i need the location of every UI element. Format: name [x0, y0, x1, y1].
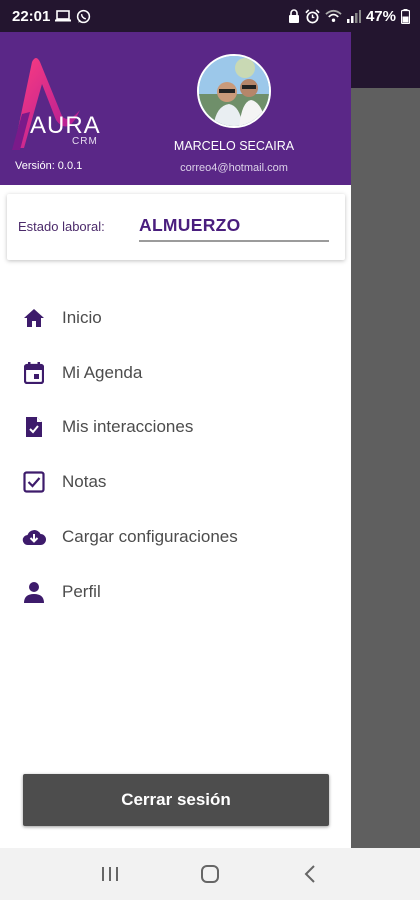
whatsapp-icon	[76, 9, 91, 24]
logo-subtitle: CRM	[72, 136, 98, 147]
menu-item-label: Mis interacciones	[62, 417, 194, 436]
status-left: 22:01	[12, 8, 91, 25]
menu-item-perfil[interactable]: Perfil	[0, 567, 351, 617]
wifi-icon	[325, 9, 342, 23]
menu-item-label: Mi Agenda	[62, 363, 143, 382]
user-name: MARCELO SECAIRA	[173, 139, 295, 153]
work-status-card: Estado laboral: ALMUERZO	[7, 194, 345, 260]
avatar-photo	[199, 56, 269, 126]
avatar[interactable]	[197, 54, 271, 128]
background-app-bar	[351, 32, 420, 88]
back-button[interactable]	[290, 854, 330, 894]
menu-item-label: Perfil	[62, 582, 101, 601]
menu-item-mi-agenda[interactable]: Mi Agenda	[0, 348, 351, 398]
recent-apps-icon	[102, 867, 118, 881]
back-icon	[304, 865, 315, 883]
signal-icon	[346, 9, 361, 23]
person-icon	[22, 580, 46, 604]
work-status-label: Estado laboral:	[18, 219, 105, 234]
cloud-download-icon	[22, 525, 46, 549]
menu-item-notas[interactable]: Notas	[0, 457, 351, 507]
home-icon	[22, 306, 46, 330]
menu-item-mis-interacciones[interactable]: Mis interacciones	[0, 402, 351, 452]
calendar-icon	[22, 361, 46, 385]
menu-item-cargar-configuraciones[interactable]: Cargar configuraciones	[0, 512, 351, 562]
home-button[interactable]	[190, 854, 230, 894]
battery-icon	[401, 8, 410, 24]
menu-item-label: Cargar configuraciones	[62, 527, 238, 546]
battery-percent: 47%	[365, 7, 396, 25]
alarm-icon	[305, 8, 320, 24]
user-email: correo4@hotmail.com	[180, 162, 288, 174]
recent-apps-button[interactable]	[90, 854, 130, 894]
system-nav-bar	[0, 848, 420, 900]
menu-item-label: Notas	[62, 472, 107, 491]
checkbox-icon	[22, 470, 46, 494]
status-time: 22:01	[12, 7, 51, 25]
app-version: Versión: 0.0.1	[15, 160, 83, 172]
logout-button[interactable]: Cerrar sesión	[23, 774, 329, 826]
home-nav-icon	[201, 865, 219, 883]
menu-item-inicio[interactable]: Inicio	[0, 293, 351, 343]
document-check-icon	[22, 415, 46, 439]
status-right: 47%	[288, 8, 410, 25]
navigation-drawer: AURA CRM Versión: 0.0.1 MARCELO SECAIRA …	[0, 32, 351, 848]
drawer-header: AURA CRM Versión: 0.0.1 MARCELO SECAIRA …	[0, 32, 351, 185]
lock-icon	[288, 9, 300, 23]
menu-item-label: Inicio	[62, 308, 102, 327]
laptop-icon	[55, 10, 72, 22]
status-bar: 22:01 47%	[0, 0, 420, 32]
work-status-dropdown[interactable]: ALMUERZO	[139, 215, 329, 242]
drawer-scrim[interactable]	[351, 32, 420, 848]
